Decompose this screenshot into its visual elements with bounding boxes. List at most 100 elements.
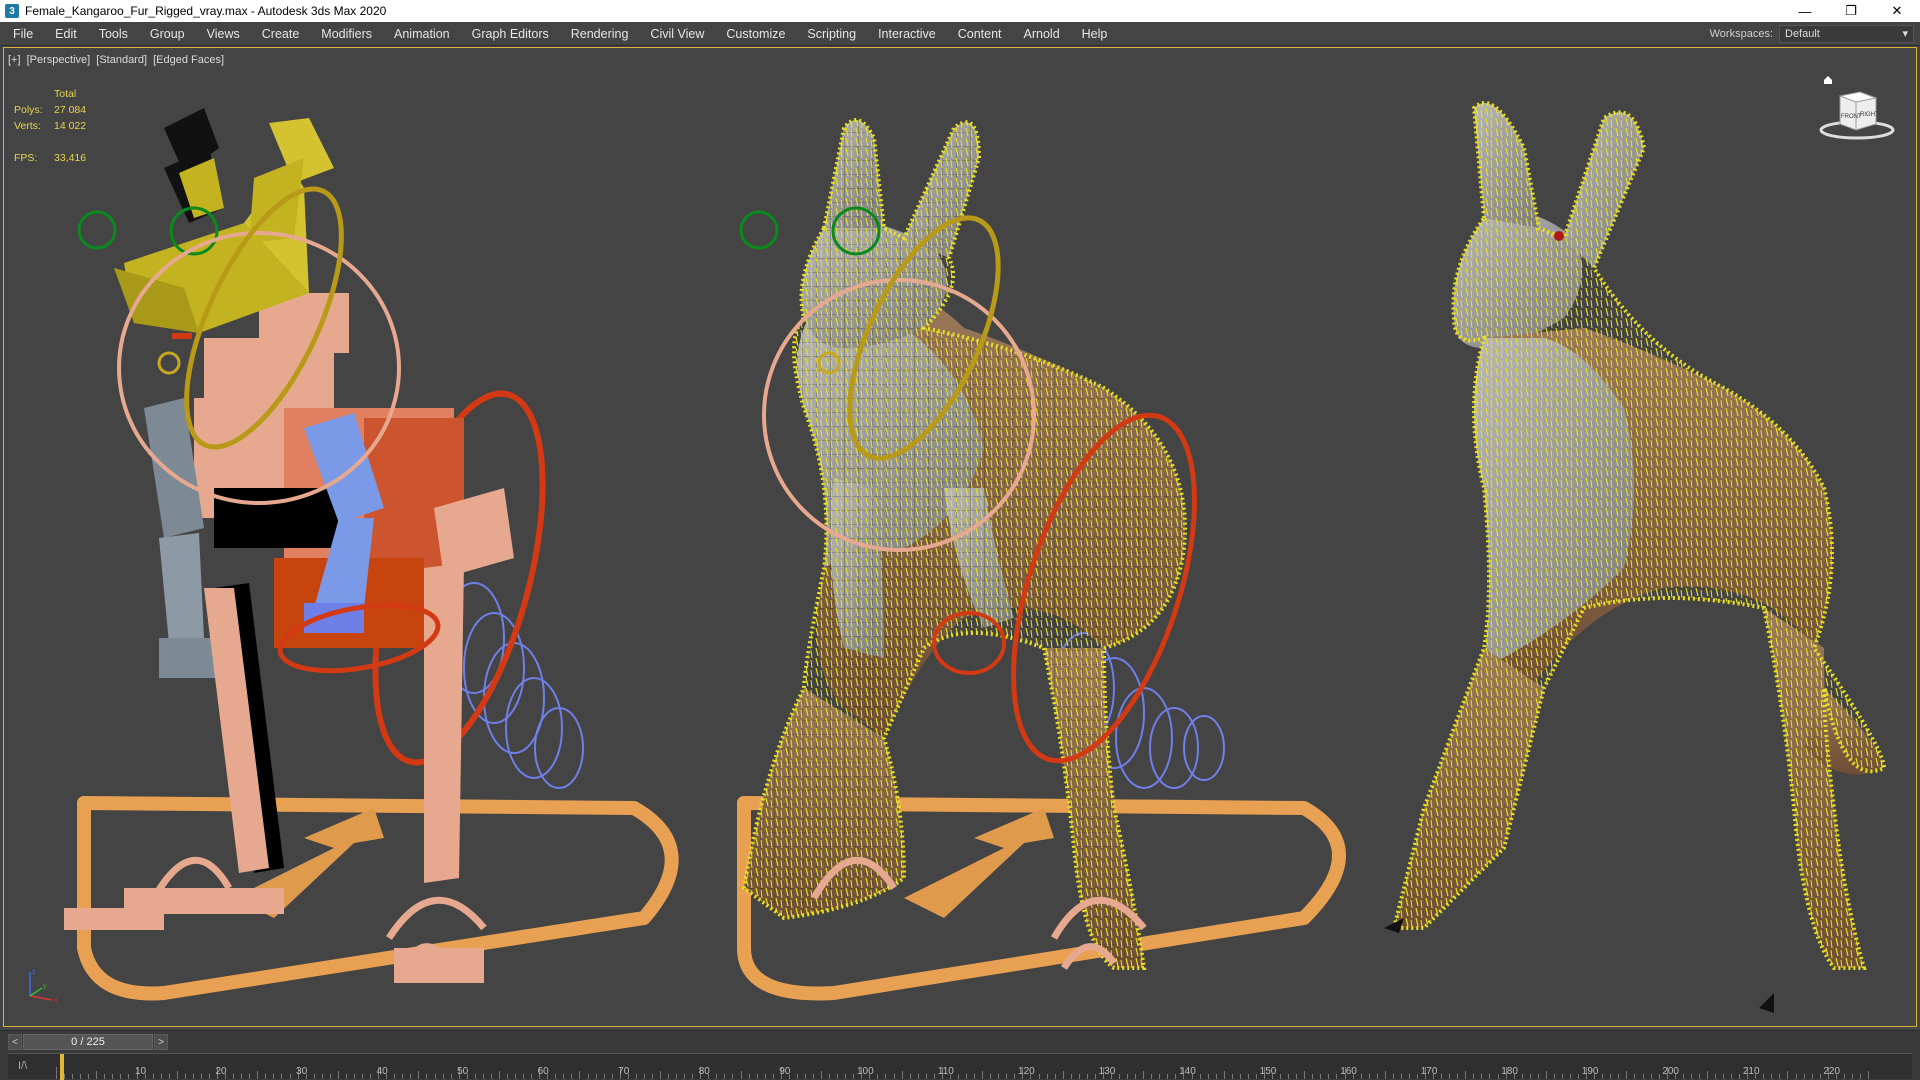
- menu-rendering[interactable]: Rendering: [560, 22, 640, 46]
- timeline-tick: [1529, 1074, 1531, 1079]
- minimize-button[interactable]: —: [1782, 0, 1828, 22]
- stats-polys-value: 27 084: [54, 104, 87, 116]
- timeline-tick: [1553, 1074, 1555, 1079]
- fur-render-model[interactable]: [1384, 101, 1887, 1013]
- curve-editor-toggle-icon[interactable]: I/\: [18, 1060, 27, 1072]
- timeline-tick: [1457, 1074, 1459, 1079]
- timeline-tick: [450, 1074, 452, 1079]
- menu-edit[interactable]: Edit: [44, 22, 88, 46]
- menu-graph-editors[interactable]: Graph Editors: [461, 22, 560, 46]
- stats-fps-label: FPS:: [14, 152, 38, 164]
- timeline-tick: [1642, 1074, 1644, 1079]
- viewport-label-menu[interactable]: [+] [Perspective] [Standard] [Edged Face…: [8, 54, 227, 66]
- timeline-tick: [329, 1074, 331, 1079]
- menu-scripting[interactable]: Scripting: [796, 22, 867, 46]
- timeline-tick: [1714, 1074, 1716, 1079]
- viewport-pov-menu[interactable]: [Perspective]: [27, 54, 91, 66]
- menu-views[interactable]: Views: [196, 22, 251, 46]
- timeline-tick: [1086, 1074, 1088, 1079]
- menu-arnold[interactable]: Arnold: [1013, 22, 1071, 46]
- timeline-tick: [1014, 1074, 1016, 1079]
- viewcube-front-face[interactable]: FRONT: [1841, 114, 1862, 120]
- viewport-plus-menu[interactable]: [+]: [8, 54, 21, 66]
- timeline-tick: [877, 1074, 879, 1079]
- timeline-tick: [96, 1071, 98, 1079]
- stats-fps-value: 33,416: [54, 152, 87, 164]
- timeline-tick: [587, 1074, 589, 1079]
- home-icon[interactable]: [1824, 76, 1832, 84]
- timeline-tick: [1819, 1074, 1821, 1079]
- menu-modifiers[interactable]: Modifiers: [310, 22, 383, 46]
- mesh-fur-guides-model[interactable]: [737, 118, 1346, 1001]
- prev-frame-button[interactable]: <: [8, 1034, 22, 1050]
- timeline-tick: [1239, 1074, 1241, 1079]
- timeline-tick: [692, 1074, 694, 1079]
- timeline-tick: [974, 1074, 976, 1079]
- timeline-tick: [1626, 1071, 1628, 1079]
- timeline-tick: [498, 1071, 500, 1079]
- time-slider-thumb[interactable]: 0 / 225: [23, 1034, 153, 1050]
- menu-civil-view[interactable]: Civil View: [639, 22, 715, 46]
- timeline-tick: [152, 1074, 154, 1079]
- workspace-dropdown[interactable]: Default ▾: [1779, 24, 1914, 43]
- timeline-tick: [1062, 1071, 1064, 1079]
- viewport-display-menu[interactable]: [Edged Faces]: [153, 54, 224, 66]
- timeline-tick: [1771, 1074, 1773, 1079]
- menu-content[interactable]: Content: [947, 22, 1013, 46]
- menu-interactive[interactable]: Interactive: [867, 22, 947, 46]
- timeline-tick: [1215, 1074, 1217, 1079]
- timeline-tick: [579, 1071, 581, 1079]
- timeline-tick-label: 210: [1742, 1066, 1760, 1077]
- menu-create[interactable]: Create: [251, 22, 311, 46]
- timeline-tick: [1328, 1074, 1330, 1079]
- timeline-tick: [1602, 1074, 1604, 1079]
- timeline-tick: [1078, 1074, 1080, 1079]
- timeline-tick-label: 40: [376, 1066, 388, 1077]
- timeline-tick: [168, 1074, 170, 1079]
- time-slider[interactable]: < 0 / 225 >: [8, 1034, 168, 1050]
- menu-group[interactable]: Group: [139, 22, 196, 46]
- timeline-tick-label: 80: [698, 1066, 710, 1077]
- menu-help[interactable]: Help: [1071, 22, 1119, 46]
- timeline-tick: [1207, 1074, 1209, 1079]
- timeline-tick: [1634, 1074, 1636, 1079]
- timeline-tick: [1706, 1071, 1708, 1079]
- next-frame-button[interactable]: >: [154, 1034, 168, 1050]
- timeline-tick-label: 190: [1581, 1066, 1599, 1077]
- window-title: Female_Kangaroo_Fur_Rigged_vray.max - Au…: [25, 4, 387, 18]
- timeline-tick-label: 20: [215, 1066, 227, 1077]
- menu-tools[interactable]: Tools: [88, 22, 139, 46]
- timeline-tick-label: 120: [1018, 1066, 1035, 1077]
- timeline-tick: [1288, 1074, 1290, 1079]
- timeline-tick: [1360, 1074, 1362, 1079]
- timeline-tick: [1119, 1074, 1121, 1079]
- timeline-tick: [281, 1074, 283, 1079]
- rig-bones-model[interactable]: [64, 108, 679, 1001]
- viewcube-widget[interactable]: FRONT RIGHT: [1814, 74, 1900, 144]
- timeline-tick: [909, 1074, 911, 1079]
- timeline-tick: [120, 1074, 122, 1079]
- timeline-tick: [925, 1074, 927, 1079]
- menu-file[interactable]: File: [0, 22, 44, 46]
- timeline-tick-label: 200: [1662, 1066, 1679, 1077]
- menu-animation[interactable]: Animation: [383, 22, 461, 46]
- timeline-tick: [1811, 1074, 1813, 1079]
- restore-button[interactable]: ❐: [1828, 0, 1874, 22]
- timeline-tick: [176, 1071, 178, 1079]
- timeline-tick: [611, 1074, 613, 1079]
- viewcube-right-face[interactable]: RIGHT: [1860, 112, 1879, 118]
- perspective-viewport[interactable]: [+] [Perspective] [Standard] [Edged Face…: [3, 47, 1917, 1027]
- timeline-tick: [1151, 1074, 1153, 1079]
- timeline-tick: [1408, 1074, 1410, 1079]
- viewport-scene[interactable]: [4, 48, 1917, 1027]
- timeline-tick: [515, 1074, 517, 1079]
- stats-verts-label: Verts:: [14, 120, 41, 132]
- viewport-shading-standard-menu[interactable]: [Standard]: [96, 54, 147, 66]
- menu-customize[interactable]: Customize: [715, 22, 796, 46]
- track-bar[interactable]: I/\ 10 20 30 40 50 60 70 80 90 100 110 120 130 140 150…: [8, 1053, 1912, 1080]
- timeline-tick: [571, 1074, 573, 1079]
- timeline-tick-label: 180: [1501, 1066, 1518, 1077]
- close-button[interactable]: ✕: [1874, 0, 1920, 22]
- timeline-tick: [1610, 1074, 1612, 1079]
- timeline-tick: [1803, 1074, 1805, 1079]
